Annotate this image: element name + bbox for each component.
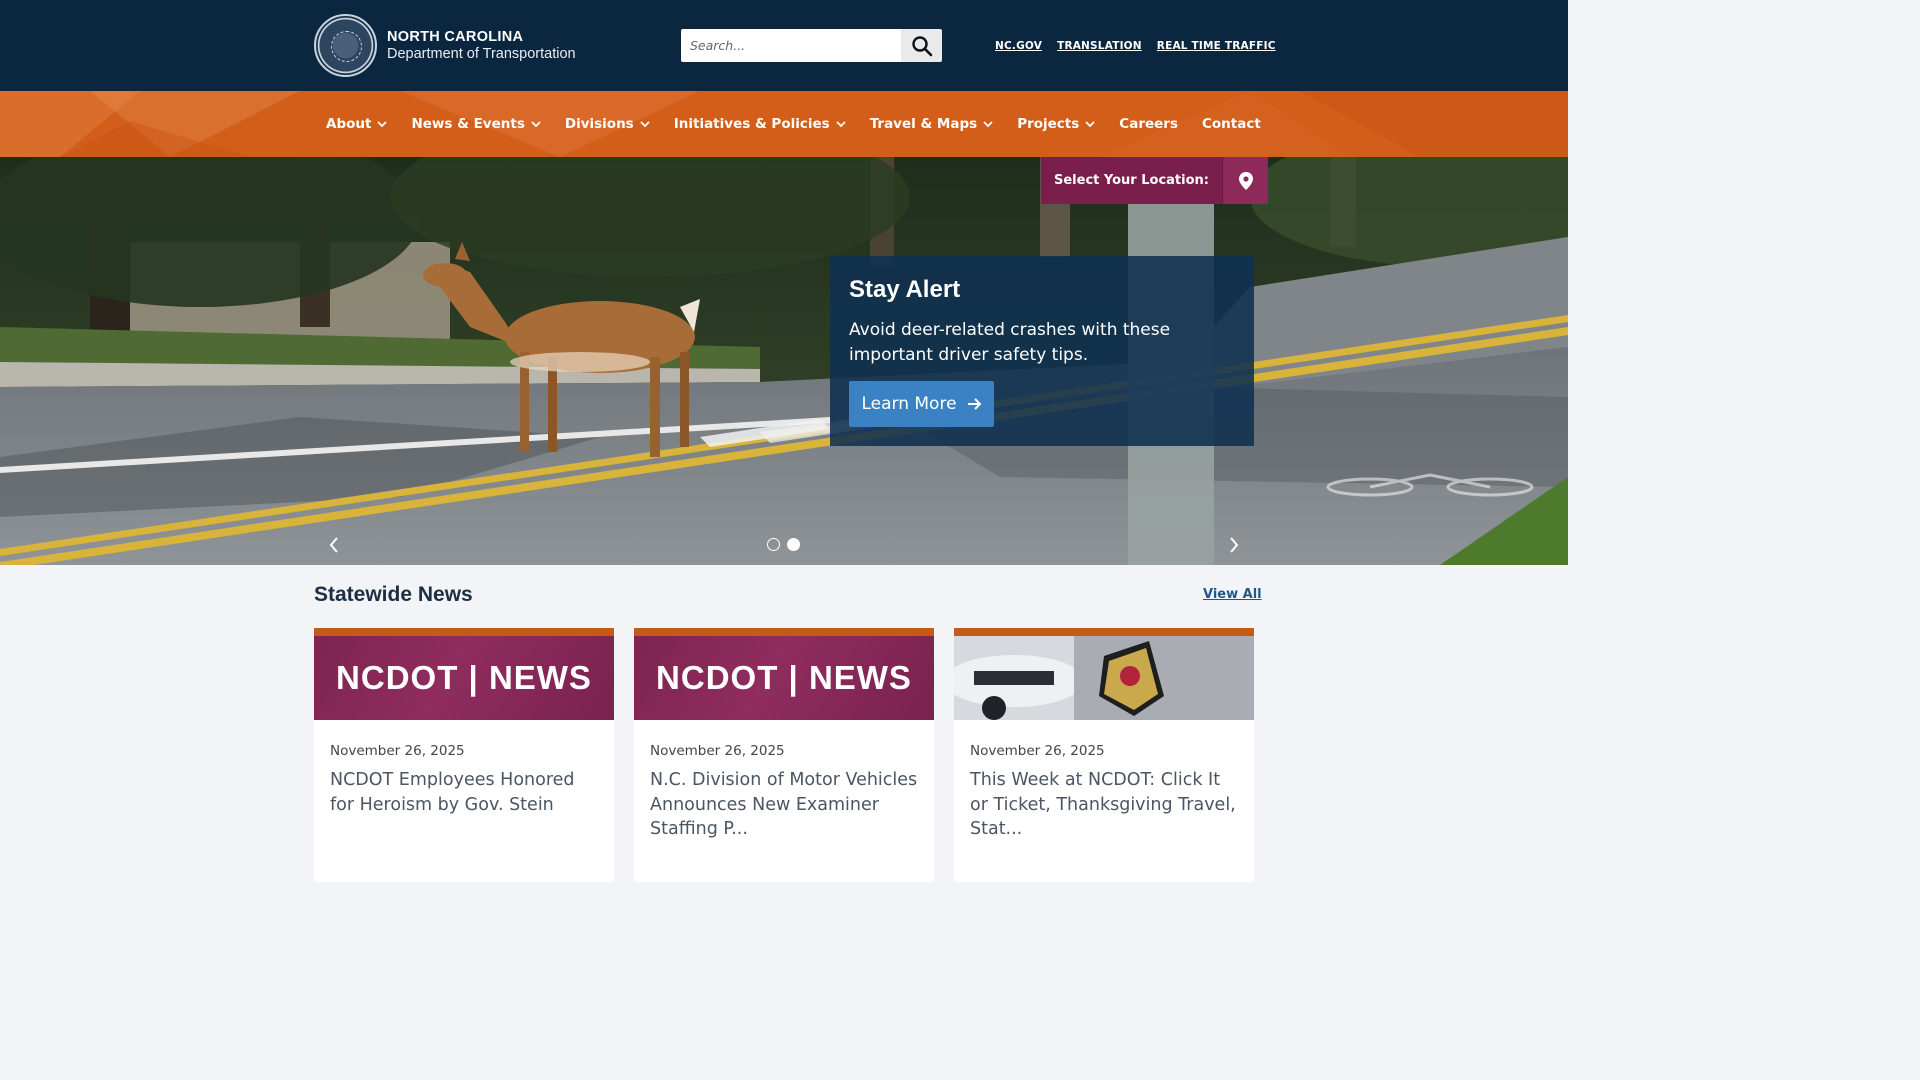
promo-title: Stay Alert — [849, 276, 961, 303]
promo-text: Avoid deer-related crashes with these im… — [849, 320, 1171, 365]
nav-item-label: Initiatives & Policies — [673, 116, 830, 132]
select-location-button[interactable]: Select Your Location: — [1041, 157, 1268, 204]
nav-item-label: Divisions — [564, 116, 634, 132]
logo-title: NORTH CAROLINA — [387, 29, 524, 45]
chevron-down-icon — [1085, 120, 1095, 128]
carousel-dot-1[interactable] — [767, 538, 780, 551]
utility-links: NC.GOV TRANSLATION REAL TIME TRAFFIC — [995, 40, 1276, 52]
highway-patrol-photo — [954, 636, 1254, 720]
nav-item-news-events[interactable]: News & Events — [399, 91, 552, 157]
nav-item-label: Careers — [1119, 116, 1178, 132]
nc-state-seal-icon[interactable] — [314, 14, 377, 77]
carousel-dot-2[interactable] — [787, 538, 800, 551]
site-header: NORTH CAROLINA Department of Transportat… — [0, 0, 1568, 91]
view-all-news-link[interactable]: View All — [1203, 587, 1262, 602]
chevron-down-icon — [836, 120, 846, 128]
chevron-down-icon — [377, 120, 388, 128]
nav-item-initiatives-policies[interactable]: Initiatives & Policies — [662, 91, 858, 157]
learn-more-label: Learn More — [861, 394, 957, 414]
link-real-time-traffic[interactable]: REAL TIME TRAFFIC — [1157, 40, 1276, 52]
nav-item-about[interactable]: About — [314, 91, 399, 157]
link-translation[interactable]: TRANSLATION — [1057, 40, 1142, 52]
carousel-prev-button[interactable] — [324, 535, 344, 555]
nav-item-divisions[interactable]: Divisions — [553, 91, 662, 157]
link-nc-gov[interactable]: NC.GOV — [995, 40, 1042, 52]
news-card-image-highway-patrol — [954, 636, 1254, 720]
news-card-date: November 26, 2025 — [330, 743, 465, 759]
logo-subtitle: Department of Transportation — [387, 46, 576, 62]
news-card-2[interactable]: NCDOT | NEWS November 26, 2025 N.C. Divi… — [634, 628, 934, 882]
search-form — [681, 29, 942, 62]
site-logo[interactable]: NORTH CAROLINA Department of Transportat… — [387, 29, 576, 62]
chevron-left-icon — [329, 537, 338, 553]
hero-image-deer-crossing-road — [0, 157, 1568, 565]
news-card-3[interactable]: November 26, 2025 This Week at NCDOT: Cl… — [954, 628, 1254, 882]
nav-item-label: Travel & Maps — [869, 116, 978, 132]
news-section-heading: Statewide News — [314, 583, 473, 606]
hero-carousel — [0, 157, 1568, 565]
nav-item-label: Contact — [1201, 116, 1261, 132]
map-pin-icon — [1222, 157, 1268, 204]
search-button[interactable] — [901, 29, 942, 62]
carousel-dots — [767, 538, 800, 551]
news-card-image-ncdot-news: NCDOT | NEWS — [634, 636, 934, 720]
learn-more-button[interactable]: Learn More — [849, 381, 994, 427]
news-card-title[interactable]: NCDOT Employees Honored for Heroism by G… — [330, 768, 602, 817]
search-icon — [911, 35, 932, 56]
chevron-down-icon — [531, 120, 541, 128]
carousel-next-button[interactable] — [1224, 535, 1244, 555]
nav-items: About News & Events Divisions Initiative… — [314, 91, 1273, 157]
news-card-1[interactable]: NCDOT | NEWS November 26, 2025 NCDOT Emp… — [314, 628, 614, 882]
nav-item-label: About — [326, 116, 372, 132]
nav-item-contact[interactable]: Contact — [1190, 91, 1273, 157]
hero-promo-panel: Stay Alert Avoid deer-related crashes wi… — [830, 256, 1254, 446]
news-card-date: November 26, 2025 — [650, 743, 785, 759]
ncdot-news-wordmark: NCDOT | NEWS — [656, 659, 912, 696]
news-card-image-ncdot-news: NCDOT | NEWS — [314, 636, 614, 720]
main-nav: About News & Events Divisions Initiative… — [0, 91, 1568, 157]
news-card-date: November 26, 2025 — [970, 743, 1105, 759]
search-input[interactable] — [681, 29, 901, 62]
chevron-down-icon — [640, 120, 650, 128]
nav-item-label: News & Events — [411, 116, 525, 132]
chevron-down-icon — [983, 120, 993, 128]
ncdot-news-wordmark: NCDOT | NEWS — [336, 659, 592, 696]
chevron-right-icon — [1230, 537, 1239, 553]
nav-item-projects[interactable]: Projects — [1005, 91, 1107, 157]
arrow-right-icon — [967, 398, 981, 410]
nav-item-careers[interactable]: Careers — [1107, 91, 1190, 157]
nav-item-travel-maps[interactable]: Travel & Maps — [858, 91, 1006, 157]
news-card-title[interactable]: This Week at NCDOT: Click It or Ticket, … — [970, 768, 1242, 842]
news-card-title[interactable]: N.C. Division of Motor Vehicles Announce… — [650, 768, 922, 842]
location-label: Select Your Location: — [1054, 173, 1209, 188]
nav-item-label: Projects — [1017, 116, 1080, 132]
